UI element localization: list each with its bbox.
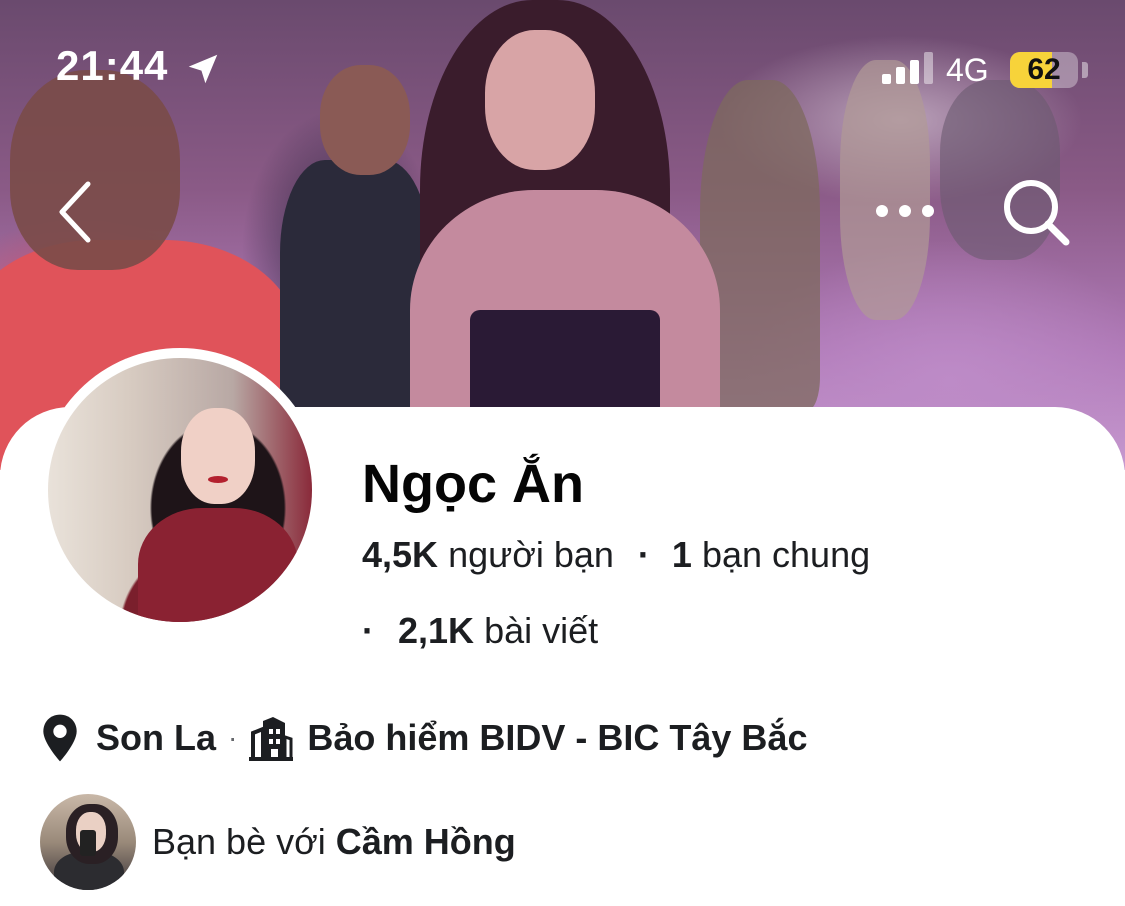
profile-name: Ngọc Ắn xyxy=(362,454,584,514)
friends-label[interactable]: người bạn xyxy=(448,534,614,575)
profile-avatar[interactable] xyxy=(48,358,312,622)
cellular-signal-icon xyxy=(882,52,933,84)
separator-dot: · xyxy=(362,610,374,651)
network-type: 4G xyxy=(946,52,989,88)
chevron-left-icon xyxy=(59,181,91,243)
search-button[interactable] xyxy=(996,172,1076,252)
separator-dot: · xyxy=(637,534,650,575)
location-arrow-icon xyxy=(188,54,218,84)
separator-dot: · xyxy=(228,722,238,753)
more-options-button[interactable] xyxy=(870,186,940,236)
mutual-friend-avatar[interactable] xyxy=(40,794,136,890)
more-horizontal-icon xyxy=(876,205,934,217)
posts-label[interactable]: bài viết xyxy=(484,610,598,651)
friends-count[interactable]: 4,5K xyxy=(362,534,438,575)
battery-percent: 62 xyxy=(1027,53,1061,86)
building-icon xyxy=(249,717,294,761)
avatar-dress xyxy=(138,508,298,622)
battery-indicator: 62 xyxy=(1010,52,1078,88)
mutual-avatar-phone xyxy=(80,830,96,856)
posts-count[interactable]: 2,1K xyxy=(398,610,474,651)
mutual-count[interactable]: 1 xyxy=(672,534,692,575)
profile-info-row: Son La · Bảo hiểm BIDV - BIC Tây Bắc xyxy=(40,712,807,764)
mutual-friend-row[interactable]: Bạn bè với Cầm Hồng xyxy=(40,793,516,891)
battery-tip xyxy=(1082,62,1088,78)
avatar-lips xyxy=(208,476,228,483)
avatar-face xyxy=(181,408,255,504)
work-text[interactable]: Bảo hiểm BIDV - BIC Tây Bắc xyxy=(307,717,807,759)
location-text[interactable]: Son La xyxy=(96,717,216,759)
mutual-friend-prefix: Bạn bè với xyxy=(152,821,326,862)
search-icon xyxy=(1004,180,1070,246)
status-bar: 21:44 4G 62 xyxy=(0,0,1125,140)
mutual-friend-name[interactable]: Cầm Hồng xyxy=(336,821,516,863)
profile-posts-row: · 2,1K bài viết xyxy=(362,610,598,652)
status-time: 21:44 xyxy=(56,42,169,89)
location-pin-icon xyxy=(43,714,77,762)
profile-stats-row: 4,5K người bạn · 1 bạn chung xyxy=(362,534,870,576)
mutual-label[interactable]: bạn chung xyxy=(702,534,870,575)
back-button[interactable] xyxy=(44,176,104,248)
